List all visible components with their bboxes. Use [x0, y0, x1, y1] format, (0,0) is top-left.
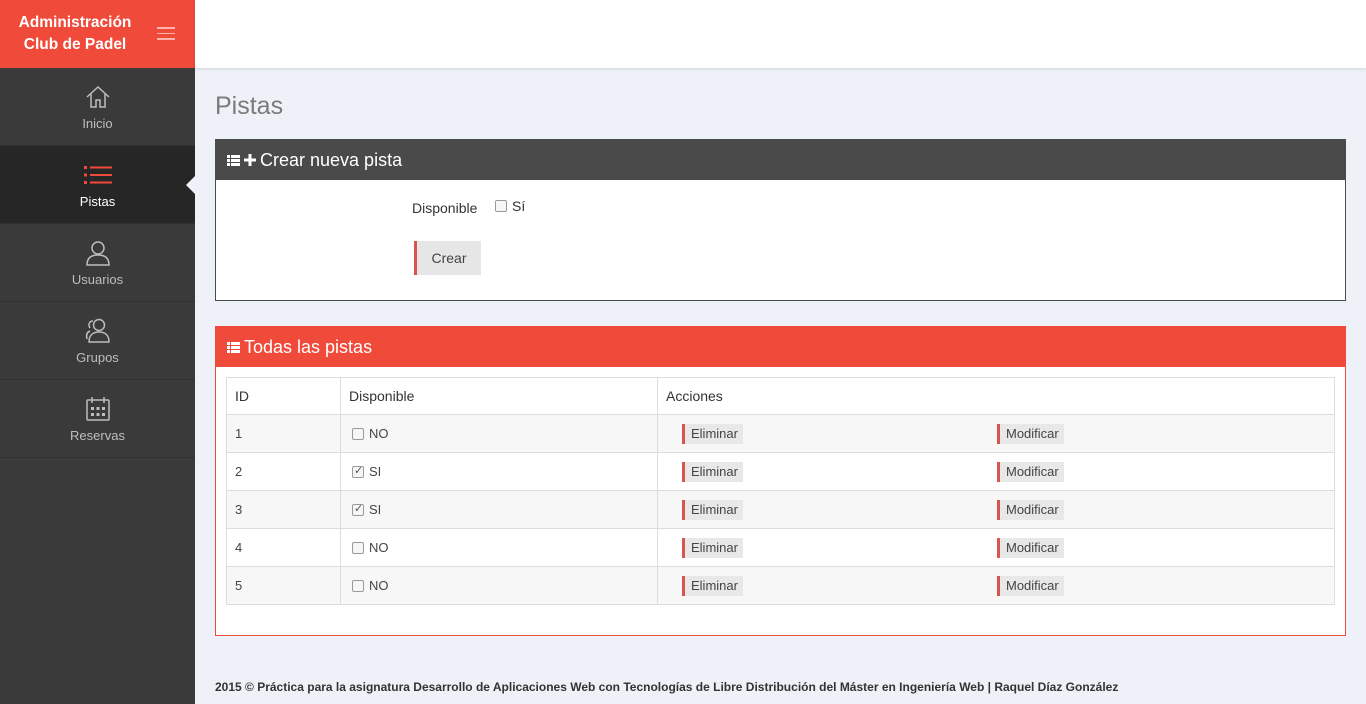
eliminar-button[interactable]: Eliminar — [682, 576, 743, 596]
create-panel-header: Crear nueva pista — [216, 140, 1345, 180]
sidebar-item-label: Grupos — [76, 350, 119, 365]
page-title: Pistas — [215, 92, 284, 120]
cell-id: 2 — [226, 452, 341, 491]
cell-id: 4 — [226, 528, 341, 567]
table-row: 5 NO Eliminar Modificar — [226, 566, 1335, 605]
cell-id: 1 — [226, 414, 341, 453]
sidebar-item-grupos[interactable]: Grupos — [0, 302, 195, 380]
brand: Administración Club de Padel — [0, 0, 195, 68]
table-list-icon — [227, 154, 240, 166]
home-icon — [85, 82, 111, 112]
table-row: 2 SI Eliminar Modificar — [226, 452, 1335, 491]
brand-line-1: Administración — [18, 14, 132, 31]
disponible-check: Sí — [495, 198, 525, 214]
table-row: 1 NO Eliminar Modificar — [226, 414, 1335, 453]
sidebar-item-label: Usuarios — [71, 272, 124, 287]
disponible-value: NO — [369, 426, 389, 441]
cell-id: 5 — [226, 566, 341, 605]
calendar-icon — [85, 394, 111, 424]
disponible-value: SI — [369, 502, 382, 517]
modificar-button[interactable]: Modificar — [997, 462, 1064, 482]
cell-acciones: Eliminar Modificar — [657, 566, 1335, 605]
sidebar-item-label: Inicio — [82, 116, 113, 131]
table-list-icon — [227, 341, 240, 353]
cell-disponible: SI — [340, 452, 658, 491]
create-panel: Crear nueva pista Disponible Sí Crear — [215, 139, 1346, 301]
menu-toggle-icon[interactable] — [157, 27, 175, 41]
row-checkbox — [352, 502, 364, 516]
cell-id: 3 — [226, 490, 341, 529]
sidebar-item-reservas[interactable]: Reservas — [0, 380, 195, 458]
modificar-button[interactable]: Modificar — [997, 538, 1064, 558]
sidebar-item-label: Reservas — [70, 428, 125, 443]
disponible-value: SI — [369, 464, 382, 479]
disponible-checkbox-label: Sí — [512, 198, 526, 214]
disponible-value: NO — [369, 540, 389, 555]
brand-title[interactable]: Administración Club de Padel — [14, 12, 136, 56]
modificar-button[interactable]: Modificar — [997, 424, 1064, 444]
plus-icon — [244, 154, 256, 166]
cell-disponible: NO — [340, 566, 658, 605]
list-panel-title: Todas las pistas — [244, 336, 373, 357]
table-row: 3 SI Eliminar Modificar — [226, 490, 1335, 529]
list-panel: Todas las pistas ID Disponible Acciones … — [215, 326, 1346, 636]
modificar-button[interactable]: Modificar — [997, 576, 1064, 596]
row-checkbox — [352, 579, 364, 592]
column-header-disponible: Disponible — [340, 377, 658, 415]
main-content: Pistas Crear nueva pista Disponible Sí C… — [215, 68, 1346, 636]
topbar — [195, 0, 1366, 68]
eliminar-button[interactable]: Eliminar — [682, 462, 743, 482]
users-icon — [84, 316, 112, 346]
eliminar-button[interactable]: Eliminar — [682, 500, 743, 520]
row-checkbox — [352, 427, 364, 440]
sidebar: Administración Club de Padel Inicio Pist… — [0, 0, 195, 704]
list-icon — [83, 160, 112, 190]
user-icon — [85, 238, 111, 268]
pistas-table: ID Disponible Acciones 1 NO Eliminar Mod… — [226, 377, 1335, 605]
create-panel-title: Crear nueva pista — [260, 149, 403, 170]
column-header-acciones: Acciones — [657, 377, 1335, 415]
sidebar-item-pistas[interactable]: Pistas — [0, 146, 195, 224]
list-panel-header: Todas las pistas — [216, 327, 1345, 367]
disponible-label: Disponible — [412, 200, 478, 216]
sidebar-item-label: Pistas — [79, 194, 116, 209]
cell-acciones: Eliminar Modificar — [657, 452, 1335, 491]
footer: 2015 © Práctica para la asignatura Desar… — [215, 680, 1119, 694]
brand-line-2: Club de Padel — [23, 36, 127, 53]
table-row: 4 NO Eliminar Modificar — [226, 528, 1335, 567]
cell-disponible: NO — [340, 528, 658, 567]
column-header-id: ID — [226, 377, 341, 415]
cell-acciones: Eliminar Modificar — [657, 414, 1335, 453]
cell-acciones: Eliminar Modificar — [657, 528, 1335, 567]
row-checkbox — [352, 464, 364, 478]
disponible-checkbox[interactable] — [495, 200, 507, 212]
sidebar-item-usuarios[interactable]: Usuarios — [0, 224, 195, 302]
cell-acciones: Eliminar Modificar — [657, 490, 1335, 529]
create-form: Disponible Sí Crear — [216, 180, 1345, 300]
sidebar-item-inicio[interactable]: Inicio — [0, 68, 195, 146]
row-checkbox — [352, 541, 364, 554]
cell-disponible: SI — [340, 490, 658, 529]
eliminar-button[interactable]: Eliminar — [682, 538, 743, 558]
disponible-value: NO — [369, 578, 389, 593]
cell-disponible: NO — [340, 414, 658, 453]
modificar-button[interactable]: Modificar — [997, 500, 1064, 520]
eliminar-button[interactable]: Eliminar — [682, 424, 743, 444]
crear-button[interactable]: Crear — [414, 241, 481, 275]
